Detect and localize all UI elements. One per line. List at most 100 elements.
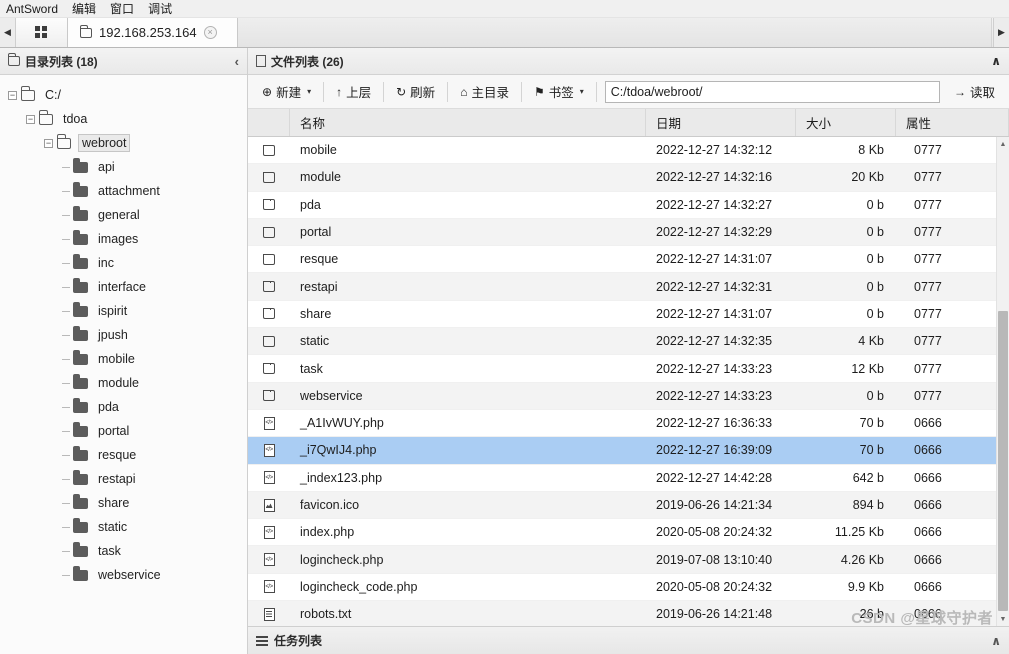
scrollbar-thumb[interactable] <box>998 311 1008 611</box>
new-button[interactable]: ⊕ 新建 ▾ <box>254 80 319 104</box>
tab-grid-view-button[interactable] <box>16 18 68 47</box>
file-date-cell: 2022-12-27 14:32:27 <box>656 197 773 212</box>
table-row[interactable]: pda 2022-12-27 14:32:27 0 b 0777 <box>248 191 996 219</box>
chevron-down-icon[interactable]: ▾ <box>580 87 584 96</box>
tree-item-interface[interactable]: interface <box>0 275 247 299</box>
menu-item-debug[interactable]: 调试 <box>148 0 172 18</box>
tree-item-c[interactable]: − C:/ <box>0 83 247 107</box>
file-rows[interactable]: mobile 2022-12-27 14:32:12 8 Kb 0777 module 2… <box>248 137 996 626</box>
directory-panel: 目录列表 (18) ‹ − C:/ − tdoa − webroot api attachme… <box>0 48 248 654</box>
tree-item-general[interactable]: general <box>0 203 247 227</box>
menu-item-antsword[interactable]: AntSword <box>6 0 58 18</box>
column-header-attr[interactable]: 属性 <box>896 109 1009 136</box>
tree-item-label: general <box>98 208 140 222</box>
path-input[interactable] <box>604 80 940 103</box>
bookmark-button[interactable]: ⚑ 书签 ▾ <box>526 80 592 104</box>
file-size-cell: 0 b <box>866 306 884 321</box>
tree-guide-line <box>62 382 70 384</box>
tree-item-inc[interactable]: inc <box>0 251 247 275</box>
table-row[interactable]: restapi 2022-12-27 14:32:31 0 b 0777 <box>248 273 996 301</box>
table-row[interactable]: static 2022-12-27 14:32:35 4 Kb 0777 <box>248 328 996 356</box>
tree-item-resque[interactable]: resque <box>0 443 247 467</box>
tree-item-label: task <box>98 544 121 558</box>
toolbar-divider <box>520 81 522 102</box>
tree-item-label: attachment <box>98 184 160 198</box>
folder-icon <box>73 542 88 557</box>
table-row[interactable]: portal 2022-12-27 14:32:29 0 b 0777 <box>248 218 996 247</box>
tree-item-label: api <box>98 160 115 174</box>
home-button[interactable]: ⌂ 主目录 <box>452 80 517 104</box>
scrollbar-track[interactable] <box>997 151 1009 612</box>
tab-scroll-left-icon[interactable]: ◀ <box>0 18 16 47</box>
tree-item-webservice[interactable]: webservice <box>0 563 247 587</box>
tree-expander-icon[interactable]: − <box>26 114 35 124</box>
tree-item-restapi[interactable]: restapi <box>0 467 247 491</box>
collapse-right-icon[interactable]: ∧ <box>991 54 1001 68</box>
table-row[interactable]: _index123.php 2022-12-27 14:42:28 642 b 066… <box>248 464 996 492</box>
code-file-icon <box>263 471 275 485</box>
tree-guide-line <box>62 310 70 312</box>
table-row[interactable]: _A1IvWUY.php 2022-12-27 16:36:33 70 b 0666 <box>248 409 996 438</box>
expand-task-list-icon[interactable]: ∧ <box>991 634 1001 648</box>
file-name-cell: favicon.ico <box>300 498 360 512</box>
table-row[interactable]: share 2022-12-27 14:31:07 0 b 0777 <box>248 300 996 329</box>
table-row[interactable]: logincheck.php 2019-07-08 13:10:40 4.26 Kb… <box>248 546 996 574</box>
tree-item-label: C:/ <box>45 88 61 102</box>
file-attr-cell: 0777 <box>914 197 942 212</box>
column-header-icon[interactable] <box>248 109 290 136</box>
tree-item-mobile[interactable]: mobile <box>0 347 247 371</box>
table-row[interactable]: index.php 2020-05-08 20:24:32 11.25 Kb 0666 <box>248 519 996 547</box>
tab-scroll-right-icon[interactable]: ▶ <box>993 18 1009 47</box>
task-list-bar[interactable]: 任务列表 ∧ CSDN @星球守护者 <box>248 610 1009 654</box>
column-header-date[interactable]: 日期 <box>646 109 796 136</box>
tree-item-ispirit[interactable]: ispirit <box>0 299 247 323</box>
tree-item-task[interactable]: task <box>0 539 247 563</box>
file-name-cell: index.php <box>300 525 355 540</box>
table-row[interactable]: _i7QwIJ4.php 2022-12-27 16:39:09 70 b 0666 <box>248 437 996 465</box>
toolbar-divider <box>595 81 597 102</box>
table-row[interactable]: robots.txt 2019-06-26 14:21:48 26 b 0666 <box>248 601 996 626</box>
scroll-up-icon[interactable]: ▲ <box>997 137 1009 151</box>
folder-icon <box>73 278 88 293</box>
table-row[interactable]: webservice 2022-12-27 14:33:23 0 b 0777 <box>248 382 996 410</box>
file-table: 名称 日期 大小 属性 mobile 2022-12-27 14:32:12 8 K… <box>248 109 1009 626</box>
table-row[interactable]: resque 2022-12-27 14:31:07 0 b 0777 <box>248 246 996 274</box>
tree-expander-icon[interactable]: − <box>8 90 17 100</box>
tree-expander-icon[interactable]: − <box>44 138 53 148</box>
tree-item-attachment[interactable]: attachment <box>0 179 247 203</box>
read-button[interactable]: → 读取 <box>946 80 1003 104</box>
scroll-down-icon[interactable]: ▼ <box>997 612 1009 626</box>
chevron-down-icon[interactable]: ▾ <box>307 87 311 96</box>
collapse-left-icon[interactable]: ‹ <box>235 54 239 69</box>
table-row[interactable]: mobile 2022-12-27 14:32:12 8 Kb 0777 <box>248 137 996 165</box>
menu-item-window[interactable]: 窗口 <box>110 0 134 18</box>
tree-item-share[interactable]: share <box>0 491 247 515</box>
tree-item-jpush[interactable]: jpush <box>0 323 247 347</box>
up-button[interactable]: ↑ 上层 <box>328 80 379 104</box>
column-header-name[interactable]: 名称 <box>290 109 646 136</box>
table-row[interactable]: task 2022-12-27 14:33:23 12 Kb 0777 <box>248 355 996 383</box>
bookmark-icon: ⚑ <box>533 84 545 99</box>
file-list-scrollbar[interactable]: ▲ ▼ <box>996 137 1009 626</box>
table-row[interactable]: module 2022-12-27 14:32:16 20 Kb 0777 <box>248 164 996 192</box>
table-row[interactable]: logincheck_code.php 2020-05-08 20:24:32 9.… <box>248 573 996 602</box>
menu-item-edit[interactable]: 编辑 <box>72 0 96 18</box>
tab-192-168-253-164[interactable]: 192.168.253.164 × <box>68 18 238 47</box>
column-header-size[interactable]: 大小 <box>796 109 896 136</box>
tree-item-portal[interactable]: portal <box>0 419 247 443</box>
tree-item-images[interactable]: images <box>0 227 247 251</box>
table-row[interactable]: favicon.ico 2019-06-26 14:21:34 894 b 0666 <box>248 491 996 520</box>
tree-item-tdoa[interactable]: − tdoa <box>0 107 247 131</box>
tree-item-api[interactable]: api <box>0 155 247 179</box>
file-icon-cell <box>248 416 290 430</box>
home-icon: ⌂ <box>460 84 468 99</box>
tree-item-static[interactable]: static <box>0 515 247 539</box>
tree-item-pda[interactable]: pda <box>0 395 247 419</box>
close-icon[interactable]: × <box>203 26 217 39</box>
tree-item-module[interactable]: module <box>0 371 247 395</box>
tree-item-webroot[interactable]: − webroot <box>0 131 247 155</box>
refresh-button[interactable]: ↻ 刷新 <box>388 80 443 104</box>
file-attr-cell: 0777 <box>914 334 942 349</box>
directory-tree[interactable]: − C:/ − tdoa − webroot api attachment general ima… <box>0 75 247 654</box>
file-date-cell: 2022-12-27 14:33:23 <box>656 361 773 376</box>
